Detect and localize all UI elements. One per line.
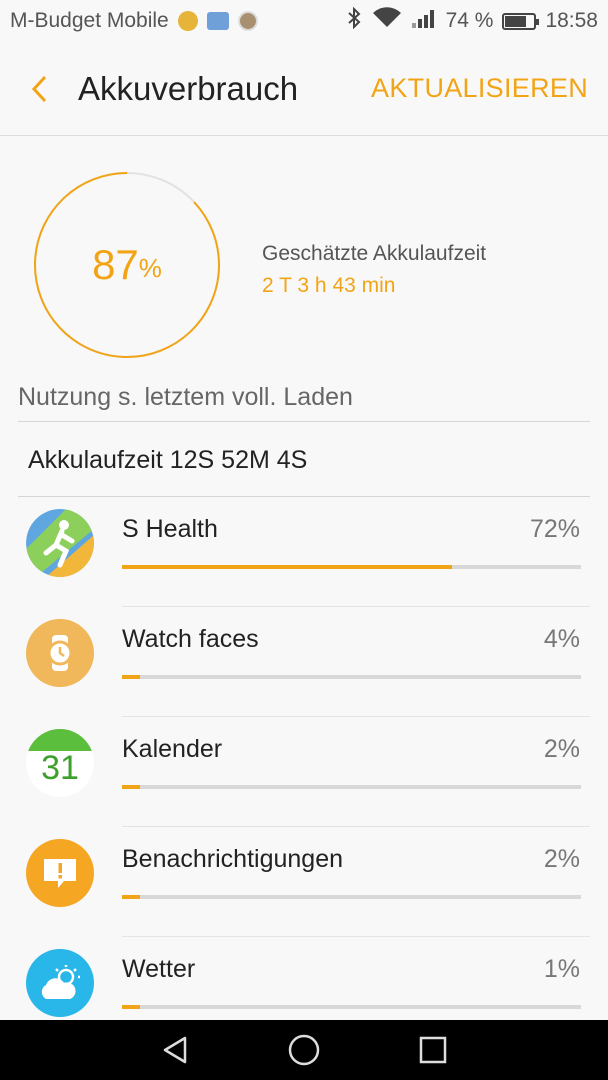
watch-icon (26, 619, 94, 687)
usage-bar (122, 1005, 581, 1009)
usage-fill (122, 565, 453, 569)
app-name: Watch faces (122, 625, 259, 653)
calendar-day: 31 (41, 749, 79, 787)
app-name: Wetter (122, 955, 196, 983)
app-name: Benachrichtigungen (122, 845, 343, 873)
signal-icon (411, 7, 437, 35)
status-bar: M-Budget Mobile 74 % 18:58 (0, 0, 608, 42)
navigation-bar (0, 1020, 608, 1080)
app-percent: 2% (543, 735, 580, 763)
battery-fill (505, 15, 527, 27)
status-left: M-Budget Mobile (10, 9, 258, 33)
page-title: Akkuverbrauch (78, 69, 299, 107)
notification-icon (26, 839, 94, 907)
app-header: Akkuverbrauch AKTUALISIEREN (0, 42, 608, 136)
app-percent: 72% (529, 515, 580, 543)
carrier-name: M-Budget Mobile (10, 9, 169, 32)
runtime-text: Akkulaufzeit 12S 52M 4S (28, 446, 308, 474)
usage-fill (122, 785, 141, 789)
app-name: S Health (122, 515, 218, 543)
clock: 18:58 (545, 9, 598, 32)
battery-gauge: 87% (32, 170, 222, 360)
usage-bar (122, 565, 581, 569)
gauge-value: 87 (92, 241, 139, 288)
app-percent: 4% (543, 625, 580, 653)
app-percent: 1% (543, 955, 580, 983)
back-icon[interactable] (150, 1025, 200, 1075)
estimate-value: 2 T 3 h 43 min (262, 274, 396, 297)
s-health-icon (26, 509, 94, 577)
weather-icon (26, 949, 94, 1017)
status-right: 74 % 18:58 (345, 6, 598, 35)
usage-bar (122, 785, 581, 789)
chevron-left-icon (31, 75, 47, 102)
bluetooth-icon (345, 6, 363, 35)
usage-fill (122, 1005, 141, 1009)
estimate-label: Geschätzte Akkulaufzeit (262, 242, 487, 265)
app-row-s-health[interactable]: S Health 72% (0, 497, 608, 607)
back-button[interactable] (10, 42, 70, 136)
recents-icon[interactable] (408, 1025, 458, 1075)
usage-fill (122, 675, 141, 679)
battery-icon (502, 12, 540, 30)
app-percent: 2% (543, 845, 580, 873)
gauge-label: 87% (32, 170, 222, 360)
gauge-unit: % (138, 252, 162, 283)
section-title: Nutzung s. letztem voll. Laden (18, 383, 353, 411)
app-row-benachrichtigungen[interactable]: Benachrichtigungen 2% (0, 827, 608, 937)
safari-compass-icon (177, 11, 198, 31)
wifi-icon (372, 7, 402, 35)
home-icon[interactable] (279, 1025, 329, 1075)
calendar-icon: 31 (26, 729, 94, 797)
divider (18, 421, 590, 422)
usage-bar (122, 675, 581, 679)
photo-notification-icon (206, 12, 229, 30)
app-name: Kalender (122, 735, 223, 763)
usage-bar (122, 895, 581, 899)
contact-avatar-icon (237, 11, 258, 31)
battery-percent: 74 % (445, 9, 494, 32)
app-row-kalender[interactable]: 31 Kalender 2% (0, 717, 608, 827)
refresh-button[interactable]: AKTUALISIEREN (371, 73, 588, 104)
usage-fill (122, 895, 141, 899)
app-row-watch-faces[interactable]: Watch faces 4% (0, 607, 608, 717)
